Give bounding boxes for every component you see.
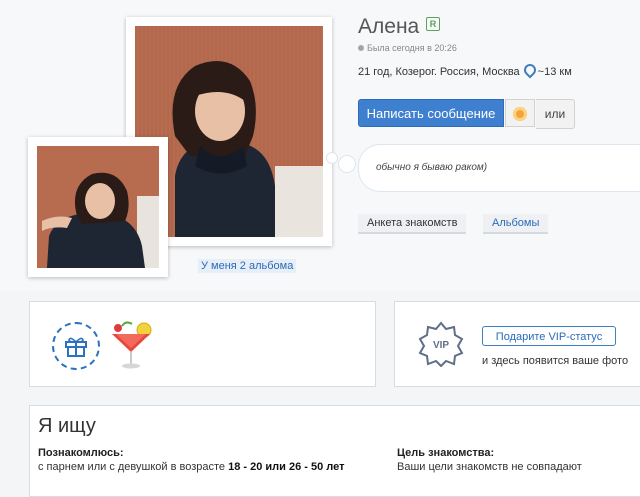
meet-description: с парнем или с девушкой в возрасте xyxy=(38,461,226,473)
profile-info: 21 год, Козерог. Россия, Москва ~13 км xyxy=(358,61,572,79)
write-message-button[interactable]: Написать сообщение xyxy=(358,99,504,127)
status-text: Была сегодня в 20:26 xyxy=(367,43,457,53)
gift-icon xyxy=(65,337,87,357)
add-gift-button[interactable] xyxy=(52,322,100,370)
profile-name: Алена xyxy=(358,15,420,38)
about-text: обычно я бываю раком) xyxy=(376,162,488,173)
meet-label: Познакомлюсь: xyxy=(38,447,124,459)
vip-description: и здесь появится ваше фото xyxy=(482,355,629,367)
or-dropdown-button[interactable]: или xyxy=(536,99,575,129)
thumbnail-photo-image xyxy=(37,146,159,268)
gift-coin-icon xyxy=(513,107,527,121)
gift-vip-button[interactable]: Подарите VIP-статус xyxy=(482,326,616,346)
vip-badge-label: VIP xyxy=(433,340,449,351)
send-gift-button[interactable] xyxy=(505,99,535,127)
profile-details: 21 год, Козерог. Россия, Москва xyxy=(358,66,520,78)
meet-age-range: 18 - 20 или 26 - 50 лет xyxy=(228,461,345,473)
seeking-title: Я ищу xyxy=(38,415,96,437)
location-pin-icon xyxy=(521,61,539,79)
albums-link[interactable]: У меня 2 альбома xyxy=(198,259,297,273)
verified-badge: R xyxy=(426,17,440,31)
status-dot-icon xyxy=(358,45,364,51)
goal-text: Ваши цели знакомств не совпадают xyxy=(397,461,582,473)
online-status: Была сегодня в 20:26 xyxy=(358,43,457,53)
tab-albums[interactable]: Альбомы xyxy=(483,214,549,234)
thought-bubble-medium xyxy=(338,155,356,173)
distance: ~13 км xyxy=(537,66,572,78)
cocktail-gift-icon[interactable] xyxy=(110,320,154,370)
vip-badge-icon: VIP xyxy=(418,321,464,367)
goal-label: Цель знакомства: xyxy=(397,447,495,459)
thought-bubble-small xyxy=(326,152,338,164)
tab-profile[interactable]: Анкета знакомств xyxy=(358,214,467,234)
thumbnail-photo[interactable] xyxy=(28,137,168,277)
meet-text: с парнем или с девушкой в возрасте 18 - … xyxy=(38,461,344,473)
